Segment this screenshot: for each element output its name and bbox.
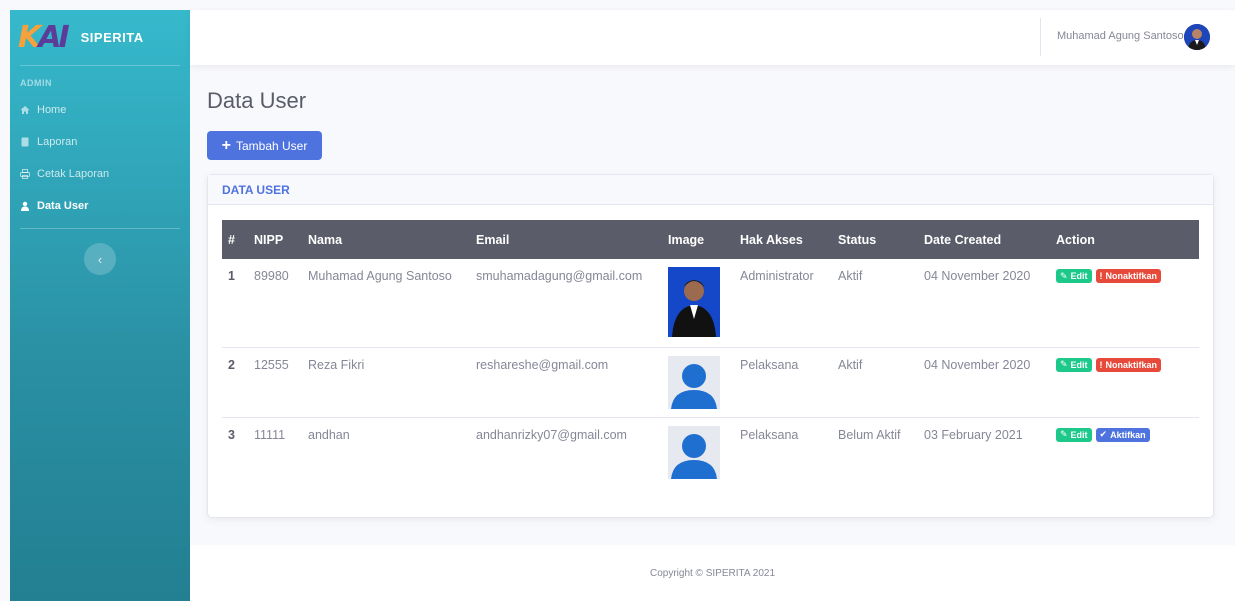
document-icon — [21, 137, 29, 147]
cell-nama: Muhamad Agung Santoso — [308, 269, 452, 283]
cell-nipp: 12555 — [254, 357, 289, 372]
cell-image — [662, 347, 734, 417]
sidebar-toggle-wrap: ‹ — [10, 243, 190, 275]
column-header: Hak Akses — [740, 232, 803, 247]
avatar[interactable] — [1184, 24, 1210, 50]
print-icon — [20, 169, 30, 179]
check-icon: ✔ — [1099, 429, 1108, 439]
logo-ai: AI — [38, 20, 69, 55]
cell-image — [662, 417, 734, 487]
cell-action: ✎ Edit ✔ Aktifkan — [1050, 417, 1199, 487]
edit-button[interactable]: ✎ Edit — [1056, 357, 1092, 372]
column-header: NIPP — [254, 232, 284, 247]
sidebar-item-cetak-laporan[interactable]: Cetak Laporan — [10, 158, 190, 190]
cell-hak-akses: Administrator — [740, 269, 814, 283]
sidebar-item-home[interactable]: Home — [10, 94, 190, 126]
add-user-button[interactable]: + Tambah User — [207, 131, 322, 160]
toggle-label: Nonaktifkan — [1105, 359, 1158, 370]
plus-icon: + — [221, 136, 231, 154]
sidebar-item-laporan[interactable]: Laporan — [10, 126, 190, 158]
column-header: # — [228, 232, 235, 247]
exclamation-icon: ! — [1099, 271, 1103, 281]
sidebar-heading: ADMIN — [20, 78, 52, 88]
cell-nipp: 11111 — [254, 427, 286, 442]
sidebar-toggle-button[interactable]: ‹ — [84, 243, 116, 275]
row-number: 1 — [228, 269, 235, 283]
row-number: 3 — [228, 427, 235, 442]
cell-nipp: 89980 — [254, 269, 289, 283]
cell-hak-akses: Pelaksana — [740, 427, 799, 442]
row-number: 2 — [228, 357, 235, 372]
sidebar: K AI SIPERITA ADMIN Home Laporan Cetak La… — [10, 10, 190, 601]
topbar-divider — [1040, 18, 1041, 56]
column-header: Action — [1056, 232, 1095, 247]
edit-icon: ✎ — [1060, 359, 1068, 369]
aktifkan-button[interactable]: ✔ Aktifkan — [1095, 427, 1150, 442]
column-header: Email — [476, 232, 510, 247]
column-header: Status — [838, 232, 877, 247]
user-photo — [668, 267, 720, 337]
cell-status: Aktif — [838, 357, 863, 372]
cell-nama: andhan — [308, 427, 350, 442]
logo-k: K — [18, 20, 41, 55]
cell-action: ✎ Edit ! Nonaktifkan — [1050, 259, 1199, 347]
edit-button[interactable]: ✎ Edit — [1056, 269, 1092, 283]
cell-date: 04 November 2020 — [924, 269, 1031, 283]
cell-email: smuhamadagung@gmail.com — [476, 269, 643, 283]
cell-date: 04 November 2020 — [924, 357, 1031, 372]
topbar-user-name[interactable]: Muhamad Agung Santoso — [1057, 30, 1184, 42]
sidebar-item-label: Laporan — [37, 136, 78, 148]
data-user-card: DATA USER # NIPP Nama Email Image Hak Ak… — [207, 174, 1214, 518]
edit-icon: ✎ — [1060, 270, 1068, 281]
users-icon — [21, 201, 29, 211]
kai-logo: K AI — [18, 20, 70, 55]
topbar: Muhamad Agung Santoso — [190, 10, 1235, 65]
sidebar-item-label: Home — [37, 104, 67, 116]
brand-name: SIPERITA — [80, 30, 144, 45]
page-title: Data User — [207, 88, 307, 113]
table-row: 2 12555 Reza Fikri reshareshe@gmail.com … — [222, 347, 1199, 417]
footer: Copyright © SIPERITA 2021 — [190, 545, 1235, 601]
cell-email: andhanrizky07@gmail.com — [476, 427, 627, 442]
sidebar-divider — [20, 228, 180, 229]
chevron-left-icon: ‹ — [97, 251, 103, 267]
cell-email: reshareshe@gmail.com — [476, 357, 609, 372]
edit-label: Edit — [1070, 271, 1088, 281]
sidebar-item-label: Cetak Laporan — [37, 168, 110, 180]
user-placeholder-image — [668, 425, 720, 479]
edit-label: Edit — [1070, 359, 1088, 370]
card-title: DATA USER — [208, 175, 1213, 205]
cell-nama: Reza Fikri — [308, 357, 365, 372]
edit-label: Edit — [1070, 429, 1088, 440]
user-table: # NIPP Nama Email Image Hak Akses Status… — [222, 220, 1199, 487]
column-header: Date Created — [924, 232, 1002, 247]
nonaktifkan-button[interactable]: ! Nonaktifkan — [1095, 357, 1162, 372]
user-placeholder-image — [668, 355, 720, 409]
cell-date: 03 February 2021 — [924, 427, 1023, 442]
avatar-photo — [1184, 24, 1210, 50]
cell-hak-akses: Pelaksana — [740, 357, 799, 372]
edit-button[interactable]: ✎ Edit — [1056, 427, 1092, 442]
cell-status: Aktif — [838, 269, 863, 283]
toggle-label: Nonaktifkan — [1105, 271, 1158, 281]
cell-status: Belum Aktif — [838, 427, 901, 442]
sidebar-item-label: Data User — [37, 200, 89, 212]
table-row: 3 11111 andhan andhanrizky07@gmail.com P… — [222, 417, 1199, 487]
add-user-label: Tambah User — [235, 138, 308, 153]
nonaktifkan-button[interactable]: ! Nonaktifkan — [1095, 269, 1162, 283]
copyright-text: Copyright © SIPERITA 2021 — [649, 567, 776, 579]
sidebar-brand[interactable]: K AI SIPERITA — [10, 10, 190, 65]
edit-icon: ✎ — [1060, 429, 1068, 439]
column-header: Image — [668, 232, 705, 247]
table-row: 1 89980 Muhamad Agung Santoso smuhamadag… — [222, 259, 1199, 347]
home-icon — [20, 106, 30, 114]
column-header: Nama — [308, 232, 343, 247]
sidebar-item-data-user[interactable]: Data User — [10, 190, 190, 222]
table-header-row: # NIPP Nama Email Image Hak Akses Status… — [222, 220, 1199, 259]
exclamation-icon: ! — [1099, 359, 1103, 370]
toggle-label: Aktifkan — [1110, 429, 1146, 440]
cell-image — [662, 259, 734, 347]
cell-action: ✎ Edit ! Nonaktifkan — [1050, 347, 1199, 417]
